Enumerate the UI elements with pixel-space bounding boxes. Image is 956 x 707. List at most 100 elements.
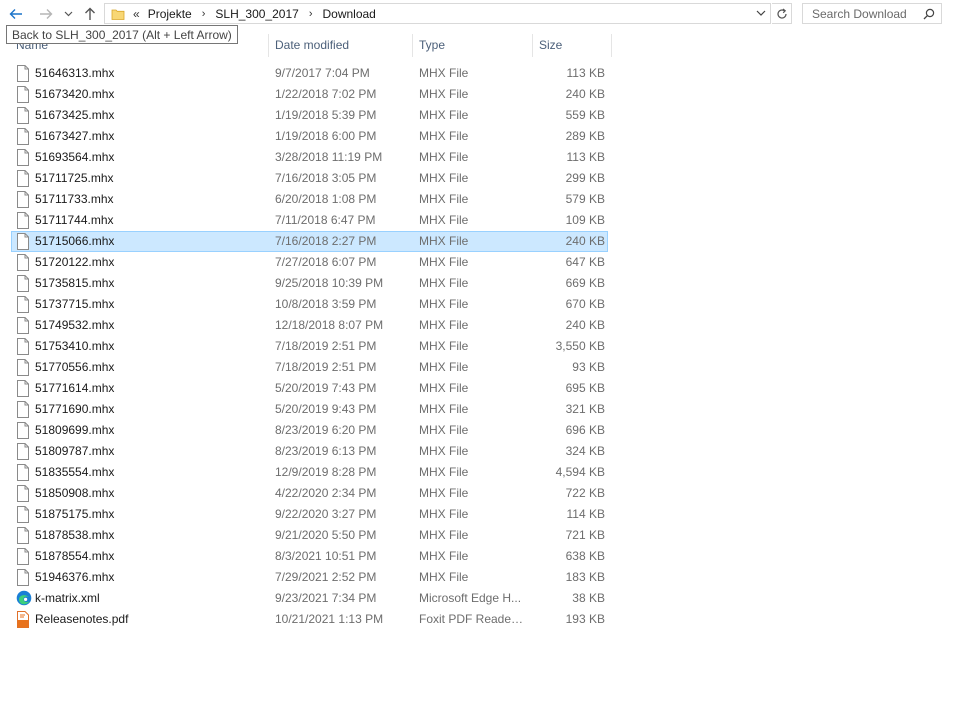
column-divider[interactable] bbox=[611, 34, 612, 57]
chevron-right-icon[interactable]: › bbox=[309, 8, 313, 20]
column-divider[interactable] bbox=[412, 34, 413, 57]
forward-arrow-icon bbox=[40, 9, 53, 19]
pdf-icon bbox=[16, 611, 32, 628]
file-row[interactable]: 51809787.mhx 8/23/2019 6:13 PM MHX File 324… bbox=[11, 441, 608, 462]
file-date-modified: 7/11/2018 6:47 PM bbox=[275, 213, 376, 227]
file-date-modified: 7/18/2019 2:51 PM bbox=[275, 360, 377, 374]
breadcrumb-download[interactable]: Download bbox=[322, 7, 375, 21]
breadcrumb: « Projekte › SLH_300_2017 › Download bbox=[133, 7, 376, 21]
folder-icon bbox=[111, 8, 125, 20]
file-icon bbox=[16, 107, 32, 124]
file-name: 51715066.mhx bbox=[35, 234, 115, 248]
file-type: MHX File bbox=[419, 213, 469, 227]
file-type: MHX File bbox=[419, 549, 469, 563]
file-row[interactable]: 51693564.mhx 3/28/2018 11:19 PM MHX File 11… bbox=[11, 147, 608, 168]
back-button[interactable] bbox=[6, 4, 26, 24]
back-button-tooltip: Back to SLH_300_2017 (Alt + Left Arrow) bbox=[6, 25, 238, 44]
file-icon bbox=[16, 65, 32, 82]
search-input[interactable] bbox=[810, 5, 922, 22]
file-size: 321 KB bbox=[565, 402, 605, 416]
file-date-modified: 8/3/2021 10:51 PM bbox=[275, 549, 377, 563]
file-row[interactable]: 51878554.mhx 8/3/2021 10:51 PM MHX File 638… bbox=[11, 546, 608, 567]
file-icon bbox=[16, 359, 32, 376]
chevron-right-icon[interactable]: › bbox=[202, 8, 206, 20]
file-row[interactable]: 51737715.mhx 10/8/2018 3:59 PM MHX File 670… bbox=[11, 294, 608, 315]
chevron-down-icon bbox=[64, 11, 72, 17]
breadcrumb-slh-300-2017[interactable]: SLH_300_2017 bbox=[215, 7, 298, 21]
file-size: 113 KB bbox=[566, 66, 605, 80]
refresh-button[interactable] bbox=[772, 3, 792, 24]
file-date-modified: 9/21/2020 5:50 PM bbox=[275, 528, 377, 542]
file-row[interactable]: 51850908.mhx 4/22/2020 2:34 PM MHX File 722… bbox=[11, 483, 608, 504]
file-row[interactable]: 51735815.mhx 9/25/2018 10:39 PM MHX File 66… bbox=[11, 273, 608, 294]
file-row[interactable]: 51711744.mhx 7/11/2018 6:47 PM MHX File 109… bbox=[11, 210, 608, 231]
breadcrumb-projekte[interactable]: Projekte bbox=[148, 7, 192, 21]
address-bar[interactable]: « Projekte › SLH_300_2017 › Download bbox=[104, 3, 771, 24]
file-date-modified: 1/22/2018 7:02 PM bbox=[275, 87, 377, 101]
file-row[interactable]: 51946376.mhx 7/29/2021 2:52 PM MHX File 183… bbox=[11, 567, 608, 588]
file-date-modified: 1/19/2018 5:39 PM bbox=[275, 108, 377, 122]
file-type: MHX File bbox=[419, 423, 469, 437]
file-row[interactable]: 51835554.mhx 12/9/2019 8:28 PM MHX File 4,5… bbox=[11, 462, 608, 483]
file-name: 51749532.mhx bbox=[35, 318, 115, 332]
file-row[interactable]: 51771614.mhx 5/20/2019 7:43 PM MHX File 695… bbox=[11, 378, 608, 399]
file-icon bbox=[16, 149, 32, 166]
file-size: 638 KB bbox=[565, 549, 605, 563]
file-date-modified: 1/19/2018 6:00 PM bbox=[275, 129, 377, 143]
file-date-modified: 5/20/2019 9:43 PM bbox=[275, 402, 377, 416]
file-row[interactable]: 51673425.mhx 1/19/2018 5:39 PM MHX File 559… bbox=[11, 105, 608, 126]
file-row[interactable]: 51749532.mhx 12/18/2018 8:07 PM MHX File 24… bbox=[11, 315, 608, 336]
file-row[interactable]: k-matrix.xml 9/23/2021 7:34 PM Microsoft E… bbox=[11, 588, 608, 609]
file-row[interactable]: 51715066.mhx 7/16/2018 2:27 PM MHX File 240… bbox=[11, 231, 608, 252]
file-date-modified: 7/27/2018 6:07 PM bbox=[275, 255, 377, 269]
file-row[interactable]: 51771690.mhx 5/20/2019 9:43 PM MHX File 321… bbox=[11, 399, 608, 420]
forward-button[interactable] bbox=[36, 4, 56, 24]
file-icon bbox=[16, 380, 32, 397]
file-row[interactable]: 51875175.mhx 9/22/2020 3:27 PM MHX File 114… bbox=[11, 504, 608, 525]
file-row[interactable]: 51809699.mhx 8/23/2019 6:20 PM MHX File 696… bbox=[11, 420, 608, 441]
file-size: 109 KB bbox=[565, 213, 605, 227]
file-row[interactable]: Releasenotes.pdf 10/21/2021 1:13 PM Foxit … bbox=[11, 609, 608, 630]
file-name: 51711733.mhx bbox=[35, 192, 114, 206]
file-row[interactable]: 51646313.mhx 9/7/2017 7:04 PM MHX File 113 … bbox=[11, 63, 608, 84]
file-name: 51770556.mhx bbox=[35, 360, 115, 374]
file-date-modified: 10/8/2018 3:59 PM bbox=[275, 297, 377, 311]
file-type: MHX File bbox=[419, 87, 469, 101]
file-type: MHX File bbox=[419, 360, 469, 374]
file-icon bbox=[16, 128, 32, 145]
file-row[interactable]: 51770556.mhx 7/18/2019 2:51 PM MHX File 93 … bbox=[11, 357, 608, 378]
column-divider[interactable] bbox=[532, 34, 533, 57]
file-row[interactable]: 51720122.mhx 7/27/2018 6:07 PM MHX File 647… bbox=[11, 252, 608, 273]
file-row[interactable]: 51673420.mhx 1/22/2018 7:02 PM MHX File 240… bbox=[11, 84, 608, 105]
file-row[interactable]: 51673427.mhx 1/19/2018 6:00 PM MHX File 289… bbox=[11, 126, 608, 147]
file-icon bbox=[16, 191, 32, 208]
file-row[interactable]: 51753410.mhx 7/18/2019 2:51 PM MHX File 3,5… bbox=[11, 336, 608, 357]
file-type: MHX File bbox=[419, 402, 469, 416]
file-name: 51809699.mhx bbox=[35, 423, 115, 437]
file-date-modified: 9/23/2021 7:34 PM bbox=[275, 591, 377, 605]
file-icon bbox=[16, 317, 32, 334]
up-button[interactable] bbox=[80, 4, 100, 24]
file-row[interactable]: 51878538.mhx 9/21/2020 5:50 PM MHX File 721… bbox=[11, 525, 608, 546]
file-name: k-matrix.xml bbox=[35, 591, 100, 605]
file-name: 51735815.mhx bbox=[35, 276, 115, 290]
file-icon bbox=[16, 275, 32, 292]
address-dropdown-button[interactable] bbox=[756, 6, 766, 23]
recent-locations-button[interactable] bbox=[61, 4, 75, 24]
column-divider[interactable] bbox=[268, 34, 269, 57]
file-name: 51673425.mhx bbox=[35, 108, 115, 122]
file-name: 51850908.mhx bbox=[35, 486, 115, 500]
up-arrow-icon bbox=[85, 7, 95, 20]
search-icon[interactable] bbox=[923, 8, 935, 20]
file-name: 51771690.mhx bbox=[35, 402, 115, 416]
breadcrumb-overflow[interactable]: « bbox=[133, 7, 140, 21]
file-row[interactable]: 51711733.mhx 6/20/2018 1:08 PM MHX File 579… bbox=[11, 189, 608, 210]
column-header-type[interactable]: Type bbox=[419, 34, 445, 57]
column-header-size[interactable]: Size bbox=[539, 34, 562, 57]
file-size: 324 KB bbox=[565, 444, 605, 458]
file-date-modified: 7/18/2019 2:51 PM bbox=[275, 339, 377, 353]
file-row[interactable]: 51711725.mhx 7/16/2018 3:05 PM MHX File 299… bbox=[11, 168, 608, 189]
file-size: 289 KB bbox=[565, 129, 605, 143]
file-icon bbox=[16, 296, 32, 313]
column-header-date-modified[interactable]: Date modified bbox=[275, 34, 349, 57]
